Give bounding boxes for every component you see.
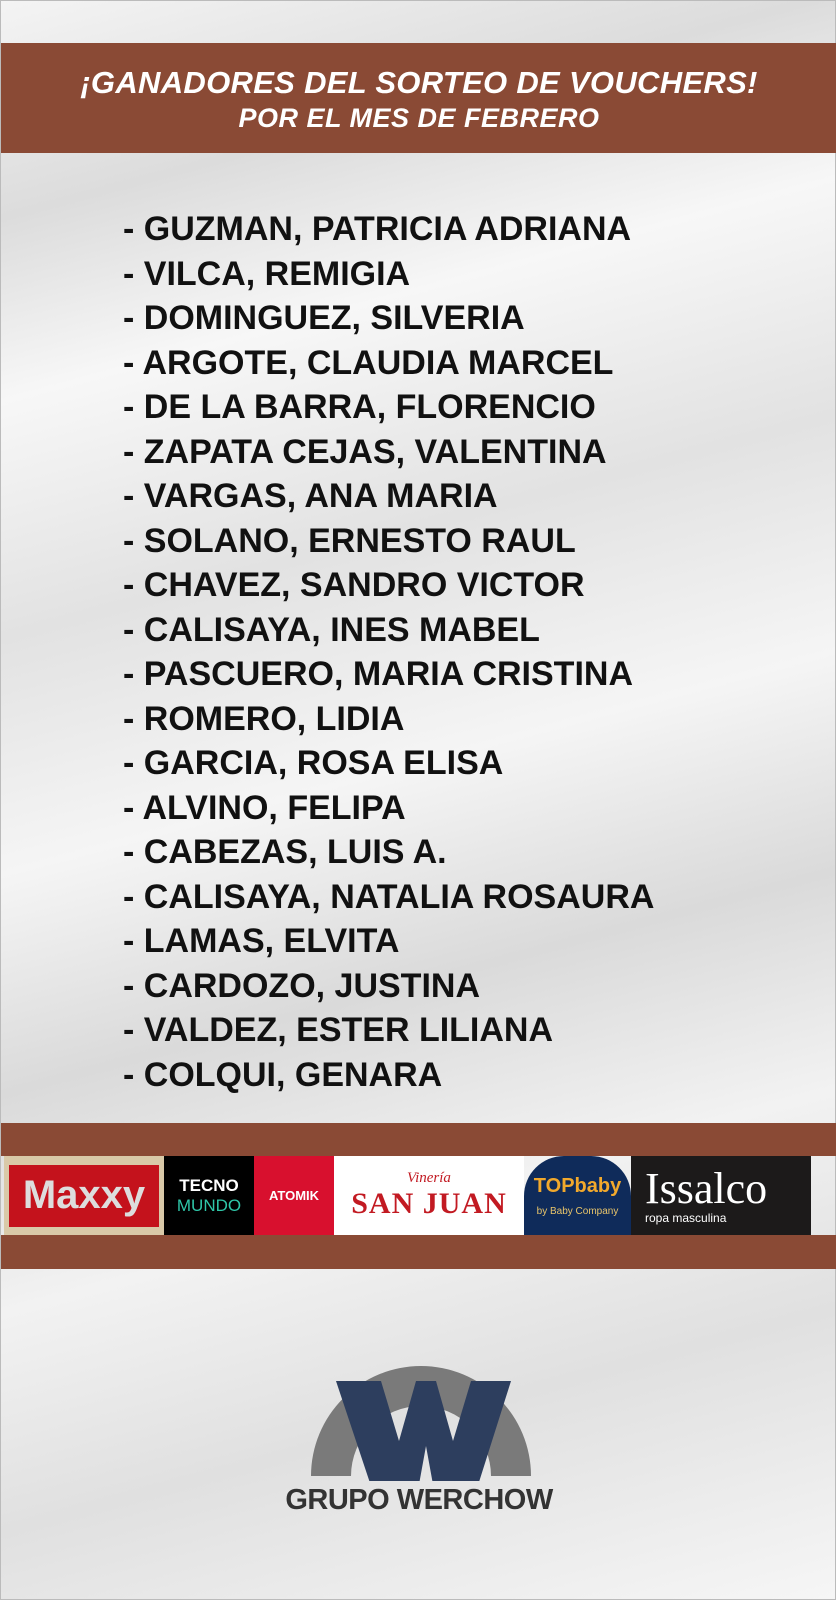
winner-item: - LAMAS, ELVITA: [123, 922, 400, 960]
atomik-logo: ATOMIK: [254, 1156, 334, 1235]
header-subtitle: POR EL MES DE FEBRERO: [238, 103, 600, 133]
header-banner: ¡GANADORES DEL SORTEO DE VOUCHERS! POR E…: [1, 43, 836, 153]
w-letter-icon: [336, 1381, 511, 1481]
winner-item: - CHAVEZ, SANDRO VICTOR: [123, 566, 585, 604]
winner-item: - GARCIA, ROSA ELISA: [123, 744, 504, 782]
winner-item: - CABEZAS, LUIS A.: [123, 833, 447, 871]
brown-band-bottom: [1, 1235, 836, 1269]
header-title: ¡GANADORES DEL SORTEO DE VOUCHERS!: [80, 65, 758, 100]
werchow-w-logo-icon: [311, 1366, 531, 1481]
winner-item: - VALDEZ, ESTER LILIANA: [123, 1011, 554, 1049]
brown-band-top: [1, 1123, 836, 1156]
brand-name: GRUPO WERCHOW: [285, 1484, 553, 1516]
winner-item: - DOMINGUEZ, SILVERIA: [123, 299, 525, 337]
winner-item: - CALISAYA, NATALIA ROSAURA: [123, 877, 655, 916]
tecnomundo-logo: TECNO MUNDO: [164, 1156, 254, 1235]
winner-item: - ARGOTE, CLAUDIA MARCEL: [123, 343, 614, 382]
winner-item: - SOLANO, ERNESTO RAUL: [123, 521, 576, 560]
maxxy-logo: Maxxy: [4, 1156, 164, 1235]
winner-item: - COLQUI, GENARA: [123, 1055, 443, 1094]
winners-list: - GUZMAN, PATRICIA ADRIANA - VILCA, REMIG…: [123, 207, 654, 1097]
winner-item: - ALVINO, FELIPA: [123, 788, 406, 827]
vineria-san-juan-logo: Vinería SAN JUAN: [334, 1156, 524, 1235]
winner-item: - CALISAYA, INES MABEL: [123, 610, 540, 649]
winner-item: - CARDOZO, JUSTINA: [123, 966, 480, 1005]
winner-item: - PASCUERO, MARIA CRISTINA: [123, 655, 633, 693]
winner-item: - VARGAS, ANA MARIA: [123, 477, 498, 515]
topbaby-logo: TOPbaby by Baby Company: [524, 1156, 631, 1235]
winner-item: - ZAPATA CEJAS, VALENTINA: [123, 432, 607, 471]
winner-item: - VILCA, REMIGIA: [123, 254, 411, 293]
winner-item: - DE LA BARRA, FLORENCIO: [123, 388, 596, 426]
sponsor-logos: Maxxy TECNO MUNDO ATOMIK Vinería SAN JUA…: [4, 1156, 834, 1235]
winner-item: - ROMERO, LIDIA: [123, 699, 405, 738]
winner-item: - GUZMAN, PATRICIA ADRIANA: [123, 210, 632, 248]
issalco-logo: Issalco ropa masculina: [631, 1156, 811, 1235]
